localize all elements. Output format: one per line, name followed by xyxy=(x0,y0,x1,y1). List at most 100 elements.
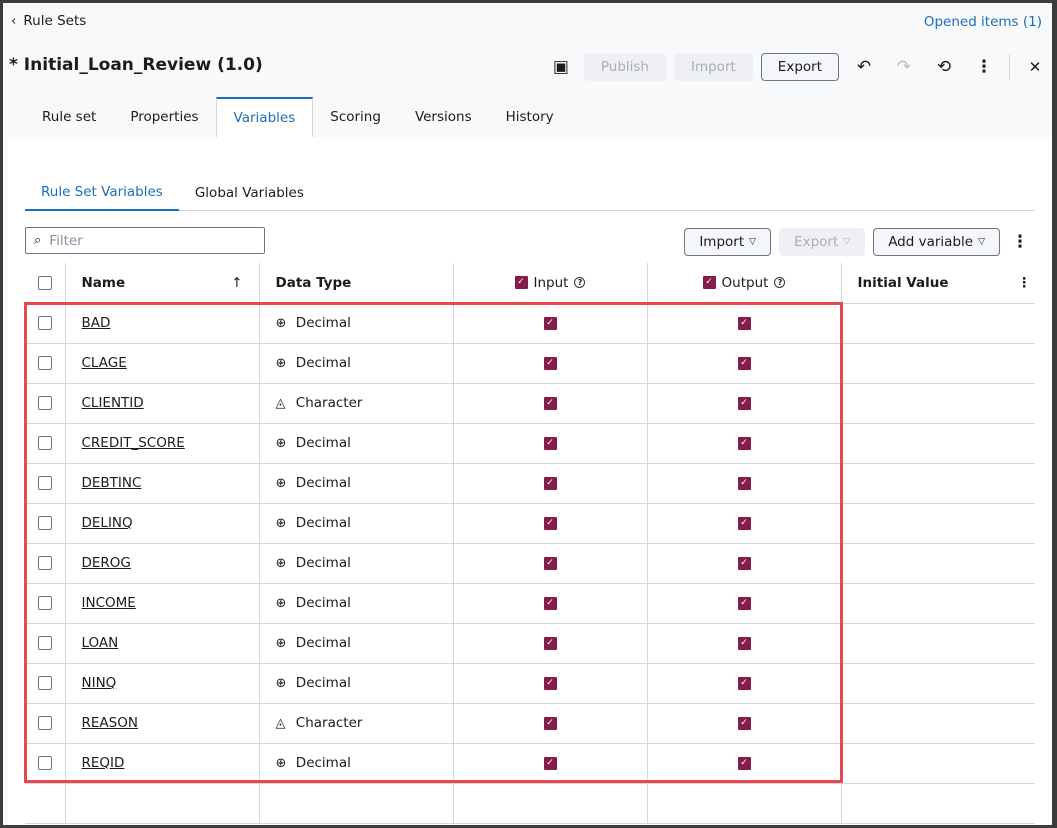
sort-ascending-icon[interactable]: ↑ xyxy=(231,275,242,291)
undo-icon[interactable]: ↶ xyxy=(849,52,879,82)
save-icon[interactable]: ▣ xyxy=(546,52,576,82)
tab-properties[interactable]: Properties xyxy=(113,97,215,137)
tab-versions[interactable]: Versions xyxy=(398,97,489,137)
output-checkbox[interactable]: ✓ xyxy=(737,316,751,330)
output-checkbox[interactable]: ✓ xyxy=(737,676,751,690)
input-checkbox[interactable]: ✓ xyxy=(543,676,557,690)
initial-value-cell[interactable] xyxy=(840,423,1035,464)
decimal-type-icon: ⊕ xyxy=(275,316,287,331)
redo-icon[interactable]: ↷ xyxy=(889,52,919,82)
output-checkbox[interactable]: ✓ xyxy=(737,756,751,770)
input-checkbox[interactable]: ✓ xyxy=(543,396,557,410)
initial-value-cell[interactable] xyxy=(840,463,1035,504)
variable-name-link[interactable]: REASON xyxy=(82,715,138,731)
row-checkbox[interactable] xyxy=(37,396,52,410)
output-checkbox[interactable]: ✓ xyxy=(737,636,751,650)
filter-field[interactable] xyxy=(49,232,240,249)
column-data-type[interactable]: Data Type xyxy=(258,263,453,304)
row-checkbox[interactable] xyxy=(37,436,52,450)
more-options-icon[interactable]: ⋮ xyxy=(1008,227,1032,257)
input-checkbox[interactable]: ✓ xyxy=(543,556,557,570)
output-checkbox[interactable]: ✓ xyxy=(737,476,751,490)
variable-subtabs: Rule Set Variables Global Variables xyxy=(25,175,1035,211)
variable-name-link[interactable]: LOAN xyxy=(82,635,119,651)
import-button[interactable]: Import xyxy=(673,53,753,81)
initial-value-cell[interactable] xyxy=(840,583,1035,624)
export-variables-button[interactable]: Export ▽ xyxy=(779,228,866,256)
initial-value-cell[interactable] xyxy=(840,703,1035,744)
row-checkbox[interactable] xyxy=(37,756,52,770)
chevron-down-icon: ▽ xyxy=(749,237,757,247)
input-checkbox[interactable]: ✓ xyxy=(543,516,557,530)
back-to-rule-sets-link[interactable]: ‹ Rule Sets xyxy=(11,13,86,29)
output-checkbox[interactable]: ✓ xyxy=(737,716,751,730)
more-options-icon[interactable]: ⋮ xyxy=(969,52,999,82)
variable-name-link[interactable]: CLIENTID xyxy=(82,395,144,411)
output-checkbox[interactable]: ✓ xyxy=(737,596,751,610)
initial-value-cell[interactable] xyxy=(840,743,1035,784)
export-button[interactable]: Export xyxy=(760,53,839,81)
row-checkbox[interactable] xyxy=(37,356,52,370)
variable-name-link[interactable]: DELINQ xyxy=(82,515,133,531)
row-checkbox[interactable] xyxy=(37,596,52,610)
help-icon[interactable]: ? xyxy=(774,277,786,289)
help-icon[interactable]: ? xyxy=(574,277,586,289)
output-checkbox[interactable]: ✓ xyxy=(737,516,751,530)
tab-scoring[interactable]: Scoring xyxy=(313,97,398,137)
select-all-checkbox[interactable] xyxy=(37,275,52,290)
initial-value-cell[interactable] xyxy=(840,343,1035,384)
tab-history[interactable]: History xyxy=(489,97,571,137)
tab-rule-set[interactable]: Rule set xyxy=(25,97,113,137)
output-checkbox[interactable]: ✓ xyxy=(737,436,751,450)
output-checkbox[interactable]: ✓ xyxy=(737,556,751,570)
variable-name-link[interactable]: DEBTINC xyxy=(82,475,142,491)
close-icon[interactable]: ✕ xyxy=(1020,52,1050,82)
tab-variables[interactable]: Variables xyxy=(215,97,314,137)
input-checkbox[interactable]: ✓ xyxy=(543,716,557,730)
variable-name-link[interactable]: CREDIT_SCORE xyxy=(82,435,185,451)
initial-value-cell[interactable] xyxy=(840,383,1035,424)
column-name[interactable]: Name ↑ xyxy=(64,263,259,304)
input-checkbox[interactable]: ✓ xyxy=(543,596,557,610)
variable-name-link[interactable]: NINQ xyxy=(82,675,117,691)
opened-items-link[interactable]: Opened items (1) xyxy=(924,14,1042,30)
input-checkbox[interactable]: ✓ xyxy=(543,436,557,450)
variable-name-link[interactable]: INCOME xyxy=(82,595,136,611)
input-checkbox[interactable]: ✓ xyxy=(543,476,557,490)
variable-name-link[interactable]: DEROG xyxy=(82,555,131,571)
output-checkbox[interactable]: ✓ xyxy=(737,356,751,370)
add-variable-button[interactable]: Add variable ▽ xyxy=(873,228,1000,256)
column-options-icon[interactable]: ⋮ xyxy=(1018,275,1032,291)
input-checkbox[interactable]: ✓ xyxy=(543,756,557,770)
refresh-icon[interactable]: ⟲ xyxy=(929,52,959,82)
variable-name-link[interactable]: CLAGE xyxy=(82,355,127,371)
initial-value-cell[interactable] xyxy=(840,303,1035,344)
row-checkbox[interactable] xyxy=(37,476,52,490)
column-initial-value[interactable]: Initial Value ⋮ xyxy=(840,263,1035,304)
input-checkbox[interactable]: ✓ xyxy=(543,316,557,330)
input-checkbox[interactable]: ✓ xyxy=(543,636,557,650)
row-checkbox[interactable] xyxy=(37,716,52,730)
publish-button[interactable]: Publish xyxy=(583,53,666,81)
import-variables-button[interactable]: Import ▽ xyxy=(684,228,772,256)
row-checkbox[interactable] xyxy=(37,636,52,650)
filter-input[interactable]: ⌕ xyxy=(25,227,265,254)
tab-global-variables[interactable]: Global Variables xyxy=(179,175,320,210)
row-checkbox[interactable] xyxy=(37,676,52,690)
data-type: Character xyxy=(295,715,363,731)
output-all-checkbox[interactable]: ✓ xyxy=(702,276,716,290)
row-checkbox[interactable] xyxy=(37,316,52,330)
initial-value-cell[interactable] xyxy=(840,663,1035,704)
input-all-checkbox[interactable]: ✓ xyxy=(514,276,528,290)
table-row: DEROG ⊕ Decimal ✓ ✓ xyxy=(25,543,1035,584)
output-checkbox[interactable]: ✓ xyxy=(737,396,751,410)
initial-value-cell[interactable] xyxy=(840,503,1035,544)
variable-name-link[interactable]: REQID xyxy=(82,755,125,771)
input-checkbox[interactable]: ✓ xyxy=(543,356,557,370)
variable-name-link[interactable]: BAD xyxy=(82,315,111,331)
row-checkbox[interactable] xyxy=(37,516,52,530)
initial-value-cell[interactable] xyxy=(840,543,1035,584)
row-checkbox[interactable] xyxy=(37,556,52,570)
initial-value-cell[interactable] xyxy=(840,623,1035,664)
tab-rule-set-variables[interactable]: Rule Set Variables xyxy=(25,175,179,211)
